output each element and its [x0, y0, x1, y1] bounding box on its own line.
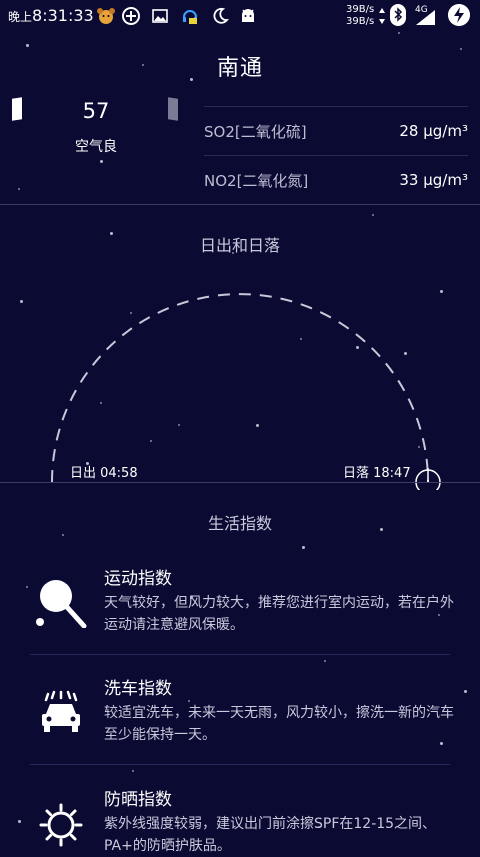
life-index-desc: 天气较好，但风力较大，推荐您进行室内运动，若在户外运动请注意避风保暖。	[104, 595, 454, 633]
life-index-item[interactable]: 运动指数 天气较好，但风力较大，推荐您进行室内运动，若在户外运动请注意避风保暖。	[30, 564, 454, 654]
network-speed: 39B/s 39B/s	[346, 4, 374, 28]
bluetooth-icon	[390, 4, 406, 26]
car-wash-icon	[42, 690, 80, 732]
item-divider	[30, 764, 450, 765]
dog-face-icon	[97, 8, 115, 24]
pollutant-value: 28 μg/m³	[399, 122, 468, 140]
image-icon	[152, 9, 168, 23]
aqi-gauge-right-arc	[168, 97, 178, 121]
life-section-title: 生活指数	[207, 514, 272, 533]
aqi-value: 57	[82, 99, 110, 123]
pollutant-row: SO2[二氧化硫] 28 μg/m³	[204, 106, 468, 155]
add-circle-icon	[122, 7, 140, 25]
upload-speed: 39B/s	[346, 4, 375, 15]
item-divider	[30, 654, 450, 655]
pollutant-name: NO2[二氧化氮]	[204, 171, 309, 190]
status-bar: 晚上8:31:33 39B/s 39B/s 4G	[0, 0, 480, 32]
sun-path-arc	[51, 293, 441, 490]
signal-icon	[416, 10, 435, 25]
status-time: 晚上8:31:33	[8, 6, 94, 25]
life-index-title: 防晒指数	[104, 790, 172, 810]
moon-icon	[213, 7, 229, 24]
city-title: 南通	[216, 56, 263, 81]
sunset-time: 日落 18:47	[343, 466, 411, 481]
sunrise-time: 日出 04:58	[70, 466, 138, 481]
download-speed: 39B/s	[346, 16, 375, 27]
sun-position-marker	[415, 468, 441, 490]
life-index-desc: 紫外线强度较弱，建议出门前涂擦SPF在12-15之间、PA+的防晒护肤品。	[104, 816, 437, 854]
pollutant-name: SO2[二氧化硫]	[204, 122, 307, 141]
time-prefix: 晚上	[8, 10, 33, 24]
section-divider	[0, 482, 480, 483]
sun-section-title: 日出和日落	[199, 236, 280, 255]
sun-icon	[39, 803, 83, 847]
transfer-arrows-icon	[379, 8, 385, 24]
aqi-label: 空气良	[75, 139, 117, 155]
headset-icon	[183, 10, 197, 24]
android-robot-icon	[242, 9, 254, 22]
life-index-title: 洗车指数	[104, 679, 172, 699]
life-index-title: 运动指数	[104, 569, 172, 589]
life-index-desc: 较适宜洗车，未来一天无雨，风力较小，擦洗一新的汽车至少能保持一天。	[104, 705, 454, 743]
life-index-item[interactable]: 洗车指数 较适宜洗车，未来一天无雨，风力较小，擦洗一新的汽车至少能保持一天。	[30, 674, 454, 764]
time-value: 8:31:33	[32, 6, 94, 25]
pollutant-value: 33 μg/m³	[399, 171, 468, 189]
battery-charging-icon	[448, 4, 470, 26]
life-index-item[interactable]: 防晒指数 紫外线强度较弱，建议出门前涂擦SPF在12-15之间、PA+的防晒护肤…	[30, 785, 450, 855]
aqi-gauge-left-arc	[12, 97, 22, 121]
pollutant-row: NO2[二氧化氮] 33 μg/m³	[204, 155, 468, 204]
section-divider	[0, 204, 480, 205]
sport-racket-icon	[36, 580, 87, 628]
